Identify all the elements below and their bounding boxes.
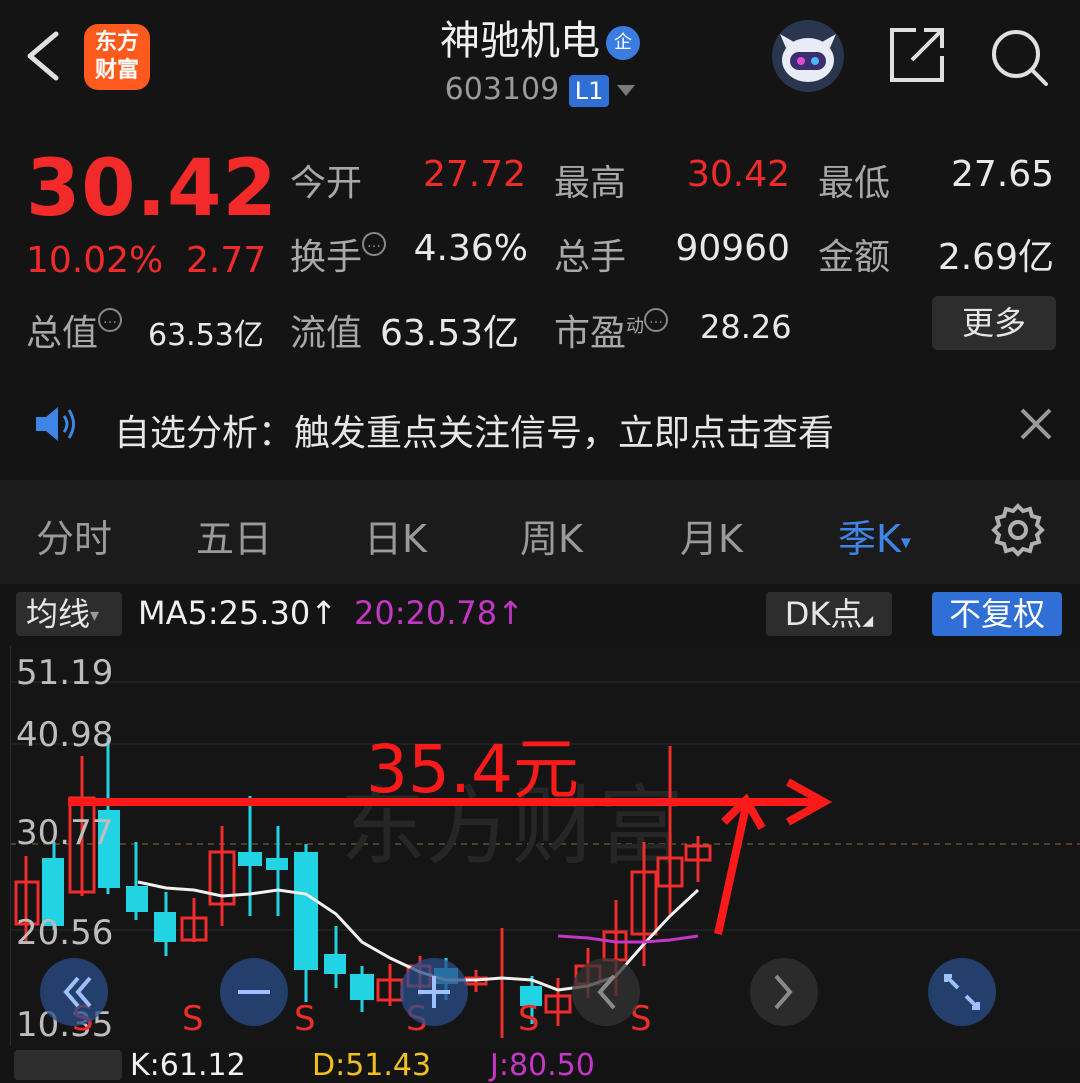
- kdj-k-value: K:61.12: [130, 1048, 246, 1083]
- turnover-label[interactable]: 换手…: [290, 228, 387, 280]
- float-value: 63.53亿: [380, 313, 520, 354]
- tab-five-day[interactable]: 五日: [196, 508, 272, 563]
- ma20-readout: 20:20.78↑: [354, 594, 524, 632]
- mktcap-label-text: 总值: [26, 313, 99, 354]
- change-percent: 10.02%: [26, 240, 164, 281]
- info-icon: …: [98, 308, 123, 332]
- zoom-in-button[interactable]: [400, 958, 468, 1026]
- pe-value: 28.26: [700, 308, 792, 346]
- chart-settings-button[interactable]: [990, 502, 1046, 558]
- close-alert-button[interactable]: [1016, 404, 1056, 444]
- level-badge: L1: [568, 74, 610, 107]
- tab-intraday[interactable]: 分时: [36, 508, 112, 563]
- turnover-label-text: 换手: [290, 237, 363, 278]
- dropdown-arrow-icon: ▾: [90, 605, 100, 626]
- turnover-value: 4.36%: [413, 228, 528, 269]
- volume-value: 90960: [675, 228, 790, 269]
- pe-label[interactable]: 市盈动…: [554, 304, 669, 356]
- info-icon: …: [362, 232, 387, 256]
- volume-label: 总手: [554, 237, 627, 278]
- open-label: 今开: [290, 163, 363, 204]
- high-label: 最高: [554, 163, 627, 204]
- pe-label-text: 市盈: [554, 313, 627, 354]
- pe-dynamic-sup: 动: [626, 316, 645, 337]
- stock-title: 神驰机电企: [340, 8, 740, 66]
- arrow-up-icon: ↑: [310, 594, 338, 632]
- enterprise-badge: 企: [606, 26, 640, 60]
- tab-monthly-k[interactable]: 月K: [680, 508, 743, 563]
- zoom-out-button[interactable]: [220, 958, 288, 1026]
- close-icon: [1020, 408, 1052, 440]
- ma20-value: 20:20.78: [354, 594, 498, 632]
- float-label: 流值: [290, 313, 363, 354]
- tab-weekly-k[interactable]: 周K: [520, 508, 583, 563]
- speaker-icon: [34, 404, 78, 444]
- share-icon: [890, 28, 944, 82]
- info-icon: …: [644, 308, 669, 332]
- mktcap-value: 63.53亿: [148, 318, 264, 353]
- sell-signal: S: [518, 999, 540, 1039]
- y-axis-label: 51.19: [16, 653, 113, 693]
- ma5-readout: MA5:25.30↑: [138, 594, 337, 632]
- back-button[interactable]: [20, 28, 70, 84]
- arrow-up-icon: ↑: [497, 594, 524, 632]
- annotation-label: 35.4元: [366, 731, 579, 808]
- amount-value: 2.69亿: [937, 237, 1054, 278]
- low-value: 27.65: [950, 154, 1054, 195]
- sell-signal: S: [294, 999, 316, 1039]
- alert-text[interactable]: 自选分析：触发重点关注信号，立即点击查看: [114, 404, 834, 456]
- dropdown-arrow-icon: ▾: [900, 529, 911, 554]
- stock-code: 603109: [444, 72, 560, 107]
- fullscreen-button[interactable]: [928, 958, 996, 1026]
- corner-arrow-icon: ◢: [862, 613, 874, 629]
- gear-icon: [991, 503, 1045, 557]
- scroll-left-button[interactable]: [572, 958, 640, 1026]
- scroll-left-fast-button[interactable]: [40, 958, 108, 1026]
- mktcap-label[interactable]: 总值…: [26, 304, 123, 356]
- more-button[interactable]: 更多: [932, 296, 1056, 350]
- y-axis-label: 20.56: [16, 913, 113, 953]
- y-axis-label: 40.98: [16, 715, 113, 755]
- stock-code-row[interactable]: 603109 L1: [340, 72, 740, 107]
- dk-point-button[interactable]: DK点◢: [766, 592, 892, 636]
- sell-signal: S: [182, 999, 204, 1039]
- dropdown-arrow-icon: [617, 85, 636, 96]
- dk-label: DK点: [784, 595, 863, 633]
- search-icon: [992, 30, 1048, 86]
- change-amount: 2.77: [186, 240, 267, 281]
- tab-daily-k[interactable]: 日K: [364, 508, 427, 563]
- high-value: 30.42: [686, 154, 790, 195]
- kdj-d-value: D:51.43: [312, 1048, 432, 1083]
- amount-label: 金额: [818, 237, 891, 278]
- y-axis-label: 30.77: [16, 813, 113, 853]
- logo-text-line2: 财富: [94, 58, 139, 83]
- ma5-value: MA5:25.30: [138, 594, 311, 632]
- logo-text-line1: 东方: [94, 30, 139, 55]
- indicator-select[interactable]: 均线▾: [16, 592, 122, 636]
- candlestick-chart[interactable]: 东方财富 35.4元 51.19 40.98 30.77 20.56 10.35…: [10, 646, 1080, 1046]
- kdj-indicator-select[interactable]: [14, 1050, 122, 1080]
- adjust-button[interactable]: 不复权: [932, 592, 1062, 636]
- scroll-right-button[interactable]: [750, 958, 818, 1026]
- eastmoney-logo[interactable]: 东方 财富: [84, 24, 150, 90]
- stock-name: 神驰机电: [440, 18, 600, 64]
- low-label: 最低: [818, 163, 891, 204]
- open-value: 27.72: [422, 154, 526, 195]
- share-button[interactable]: [886, 24, 948, 86]
- kdj-j-value: J:80.50: [490, 1048, 595, 1083]
- indicator-label: 均线: [26, 595, 91, 633]
- tab-quarterly-k-label: 季K: [838, 517, 901, 561]
- current-price: 30.42: [26, 144, 278, 234]
- chevron-left-icon: [27, 31, 59, 81]
- assistant-robot-icon[interactable]: [772, 20, 844, 92]
- search-button[interactable]: [988, 26, 1050, 88]
- tab-quarterly-k[interactable]: 季K▾: [838, 508, 911, 563]
